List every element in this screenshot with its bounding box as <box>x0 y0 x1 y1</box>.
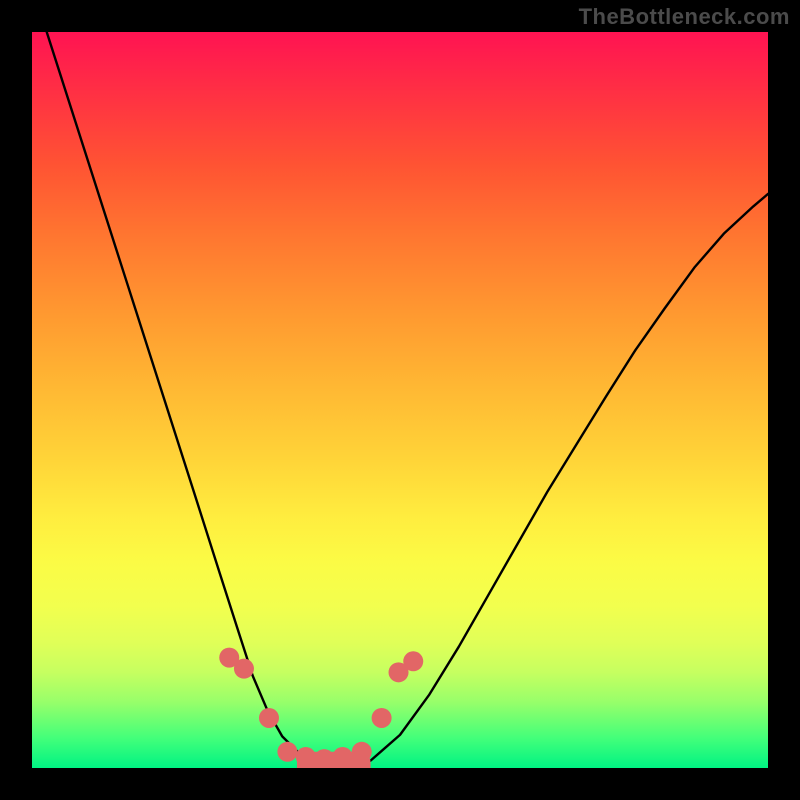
watermark-text: TheBottleneck.com <box>579 4 790 30</box>
plot-gradient-area <box>32 32 768 768</box>
outer-frame: TheBottleneck.com <box>0 0 800 800</box>
